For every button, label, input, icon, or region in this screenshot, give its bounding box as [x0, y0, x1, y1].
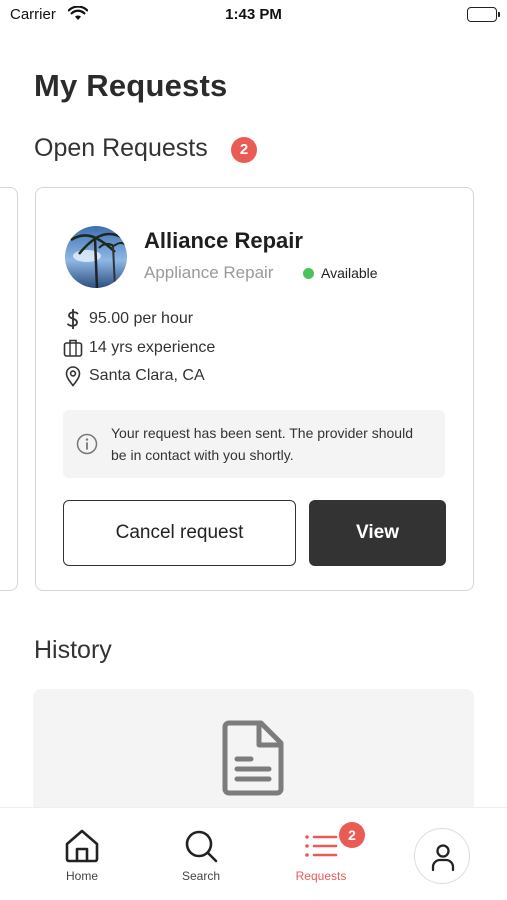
- status-bar: Carrier 1:43 PM: [0, 0, 507, 32]
- battery-icon: [467, 7, 500, 22]
- page-title: My Requests: [34, 68, 228, 103]
- tab-search-label: Search: [181, 869, 221, 883]
- list-icon: [303, 828, 339, 864]
- search-icon: [183, 828, 219, 864]
- briefcase-icon: [63, 337, 83, 359]
- tab-search[interactable]: Search: [151, 808, 251, 900]
- requests-tab-badge: 2: [339, 822, 365, 848]
- availability-dot: [303, 268, 314, 279]
- info-icon: [76, 433, 98, 455]
- rate-text: 95.00 per hour: [89, 310, 194, 327]
- tab-bar: Home Search 2 Requests: [0, 807, 507, 900]
- request-card[interactable]: Alliance Repair Appliance Repair Availab…: [35, 187, 474, 591]
- provider-category: Appliance Repair: [144, 263, 274, 282]
- map-pin-icon: [63, 365, 83, 387]
- history-empty-card: [33, 689, 474, 819]
- location-text: Santa Clara, CA: [89, 367, 205, 384]
- tab-requests-label: Requests: [295, 869, 347, 883]
- document-icon: [221, 719, 287, 797]
- previous-request-card[interactable]: [0, 187, 18, 591]
- provider-avatar: [65, 226, 127, 288]
- provider-name: Alliance Repair: [144, 228, 303, 253]
- view-button[interactable]: View: [309, 500, 446, 566]
- tab-home-label: Home: [65, 869, 98, 883]
- request-sent-notice: Your request has been sent. The provider…: [63, 410, 445, 478]
- clock: 1:43 PM: [225, 6, 282, 23]
- availability-label: Available: [321, 265, 378, 281]
- open-requests-count-badge: 2: [231, 137, 257, 163]
- home-icon: [64, 828, 100, 864]
- open-requests-title: Open Requests: [34, 134, 208, 162]
- dollar-icon: [63, 308, 83, 330]
- experience-text: 14 yrs experience: [89, 339, 216, 356]
- tab-home[interactable]: Home: [32, 808, 132, 900]
- history-title: History: [34, 636, 112, 664]
- cancel-request-button[interactable]: Cancel request: [63, 500, 296, 566]
- tab-requests[interactable]: 2 Requests: [271, 808, 371, 900]
- user-icon: [431, 844, 455, 872]
- profile-button[interactable]: [414, 828, 470, 884]
- notice-text: Your request has been sent. The provider…: [111, 425, 413, 463]
